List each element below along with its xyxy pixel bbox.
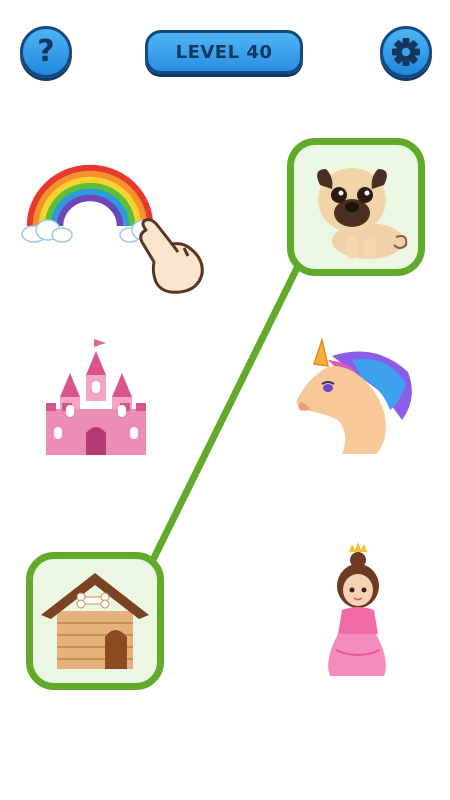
unicorn-icon xyxy=(296,338,412,454)
doghouse-icon xyxy=(41,573,149,669)
gear-icon xyxy=(392,38,420,66)
princess-icon xyxy=(328,542,386,676)
castle-icon xyxy=(46,339,146,455)
unicorn-card[interactable] xyxy=(292,338,420,458)
pointing-hand-icon xyxy=(139,218,204,294)
castle-card[interactable] xyxy=(40,335,152,460)
settings-button[interactable] xyxy=(380,26,432,78)
doghouse-card[interactable] xyxy=(26,552,164,690)
pug-icon xyxy=(317,168,408,259)
level-indicator: LEVEL 40 xyxy=(145,30,303,74)
question-mark-icon: ? xyxy=(37,34,55,69)
level-label: LEVEL 40 xyxy=(175,41,273,63)
help-button[interactable]: ? xyxy=(20,26,72,78)
pug-card[interactable] xyxy=(287,138,425,276)
hint-hand xyxy=(132,216,210,296)
princess-card[interactable] xyxy=(318,542,396,680)
